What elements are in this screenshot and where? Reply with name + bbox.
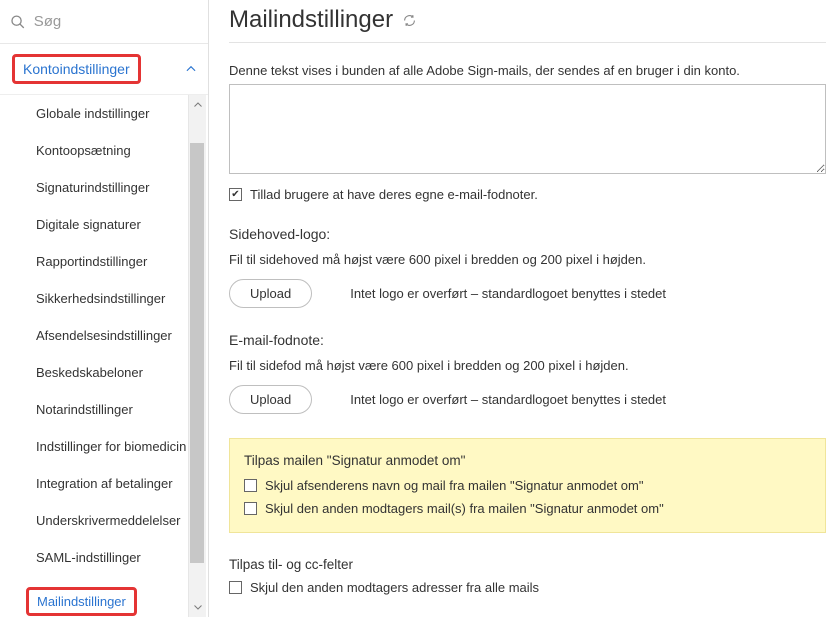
search-icon [10,13,26,31]
sidebar-item-signer-messages[interactable]: Underskrivermeddelelser [0,502,208,539]
sidebar-item-account-setup[interactable]: Kontoopsætning [0,132,208,169]
account-settings-header[interactable]: Kontoindstillinger [0,44,208,95]
page-title: Mailindstillinger [229,6,393,34]
sidebar-item-notary-settings[interactable]: Notarindstillinger [0,391,208,428]
page-title-row: Mailindstillinger [229,6,826,43]
scrollbar[interactable] [188,95,206,617]
scrollbar-thumb[interactable] [190,143,204,563]
sidebar-item-label: Notarindstillinger [36,402,133,417]
upload-header-logo-button[interactable]: Upload [229,279,312,308]
header-logo-hint: Fil til sidehoved må højst være 600 pixe… [229,252,826,267]
sidebar-item-label: Signaturindstillinger [36,180,149,195]
upload-footer-logo-button[interactable]: Upload [229,385,312,414]
sidebar-item-label: Beskedskabeloner [36,365,143,380]
sidebar-item-biomed-settings[interactable]: Indstillinger for biomedicin [0,428,208,465]
footer-logo-title: E-mail-fodnote: [229,332,826,348]
sidebar-item-signature-settings[interactable]: Signaturindstillinger [0,169,208,206]
scroll-up-icon[interactable] [192,99,204,111]
sidebar-item-label: Afsendelsesindstillinger [36,328,172,343]
footer-text-desc: Denne tekst vises i bunden af alle Adobe… [229,63,826,78]
main-panel: Mailindstillinger Denne tekst vises i bu… [209,0,830,617]
sidebar-item-label: Digitale signaturer [36,217,141,232]
hide-sender-checkbox[interactable] [244,479,257,492]
sidebar-item-label: SAML-indstillinger [36,550,141,565]
sidebar-item-global-settings[interactable]: Globale indstillinger [0,95,208,132]
sidebar-item-label: Kontoopsætning [36,143,131,158]
sidebar-item-label: Mailindstillinger [26,587,137,616]
footer-text-section: Denne tekst vises i bunden af alle Adobe… [229,63,826,202]
refresh-icon[interactable] [403,14,416,27]
footer-text-input[interactable] [229,84,826,174]
search-input[interactable] [34,13,198,30]
hide-other-recipient-label: Skjul den anden modtagers mail(s) fra ma… [265,501,664,516]
hide-other-recipient-row[interactable]: Skjul den anden modtagers mail(s) fra ma… [244,501,811,516]
sidebar-item-send-settings[interactable]: Afsendelsesindstillinger [0,317,208,354]
sidebar-item-label: Sikkerhedsindstillinger [36,291,165,306]
search-row [0,0,208,44]
sidebar-item-digital-signatures[interactable]: Digitale signaturer [0,206,208,243]
sidebar-item-message-templates[interactable]: Beskedskabeloner [0,354,208,391]
sidebar-item-label: Integration af betalinger [36,476,173,491]
sidebar-item-label: Rapportindstillinger [36,254,147,269]
scroll-down-icon[interactable] [192,601,204,613]
sidebar-item-security-settings[interactable]: Sikkerhedsindstillinger [0,280,208,317]
allow-own-footnotes-label: Tillad brugere at have deres egne e-mail… [250,187,538,202]
footer-logo-status: Intet logo er overført – standardlogoet … [350,392,666,407]
custom-sign-mail-title: Tilpas mailen "Signatur anmodet om" [244,453,811,468]
sidebar-item-mail-settings[interactable]: Mailindstillinger [0,576,208,617]
sidebar-item-payment-integration[interactable]: Integration af betalinger [0,465,208,502]
hide-other-addresses-checkbox[interactable] [229,581,242,594]
account-settings-label: Kontoindstillinger [12,54,141,84]
allow-own-footnotes-row[interactable]: Tillad brugere at have deres egne e-mail… [229,187,826,202]
sidebar-item-report-settings[interactable]: Rapportindstillinger [0,243,208,280]
sidebar: Kontoindstillinger Globale indstillinger… [0,0,209,617]
hide-sender-label: Skjul afsenderens navn og mail fra maile… [265,478,644,493]
hide-other-addresses-row[interactable]: Skjul den anden modtagers adresser fra a… [229,580,826,595]
hide-other-addresses-label: Skjul den anden modtagers adresser fra a… [250,580,539,595]
header-logo-title: Sidehoved-logo: [229,226,826,242]
hide-sender-row[interactable]: Skjul afsenderens navn og mail fra maile… [244,478,811,493]
chevron-up-icon [184,62,198,76]
header-logo-section: Sidehoved-logo: Fil til sidehoved må høj… [229,226,826,308]
sidebar-item-saml-settings[interactable]: SAML-indstillinger [0,539,208,576]
custom-cc-section: Tilpas til- og cc-felter Skjul den anden… [229,557,826,595]
sidebar-item-label: Underskrivermeddelelser [36,513,181,528]
sidebar-item-label: Indstillinger for biomedicin [36,439,186,454]
nav-list: Globale indstillinger Kontoopsætning Sig… [0,95,208,617]
hide-other-recipient-checkbox[interactable] [244,502,257,515]
allow-own-footnotes-checkbox[interactable] [229,188,242,201]
custom-sign-mail-section: Tilpas mailen "Signatur anmodet om" Skju… [229,438,826,533]
custom-cc-title: Tilpas til- og cc-felter [229,557,826,572]
sidebar-item-label: Globale indstillinger [36,106,149,121]
footer-logo-hint: Fil til sidefod må højst være 600 pixel … [229,358,826,373]
footer-logo-section: E-mail-fodnote: Fil til sidefod må højst… [229,332,826,414]
header-logo-status: Intet logo er overført – standardlogoet … [350,286,666,301]
